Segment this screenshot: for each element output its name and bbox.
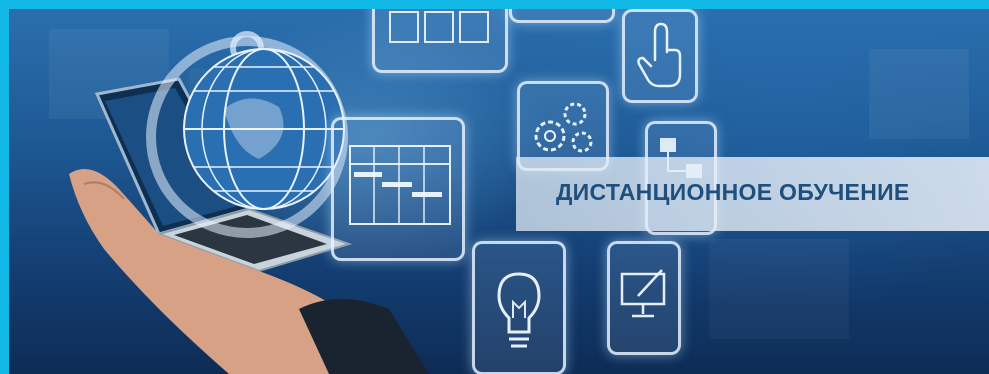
lightbulb-icon [497, 272, 541, 348]
monitor-pen-tile [607, 241, 681, 355]
pointing-hand-tile [622, 9, 698, 103]
lightbulb-tile [472, 241, 566, 374]
monitor-pen-icon [620, 269, 666, 318]
schedule-chart-icon [349, 145, 451, 225]
banner-caption: ДИСТАНЦИОННОЕ ОБУЧЕНИЕ [556, 179, 910, 205]
caption-band: ДИСТАНЦИОННОЕ ОБУЧЕНИЕ [516, 157, 989, 231]
banner-frame: ДИСТАНЦИОННОЕ ОБУЧЕНИЕ [0, 0, 989, 374]
gears-icon [534, 102, 593, 153]
pointing-hand-icon [637, 22, 682, 88]
globe-icon [183, 48, 345, 210]
schedule-chart-tile [331, 117, 465, 261]
distance-learning-banner: ДИСТАНЦИОННОЕ ОБУЧЕНИЕ [9, 9, 989, 374]
